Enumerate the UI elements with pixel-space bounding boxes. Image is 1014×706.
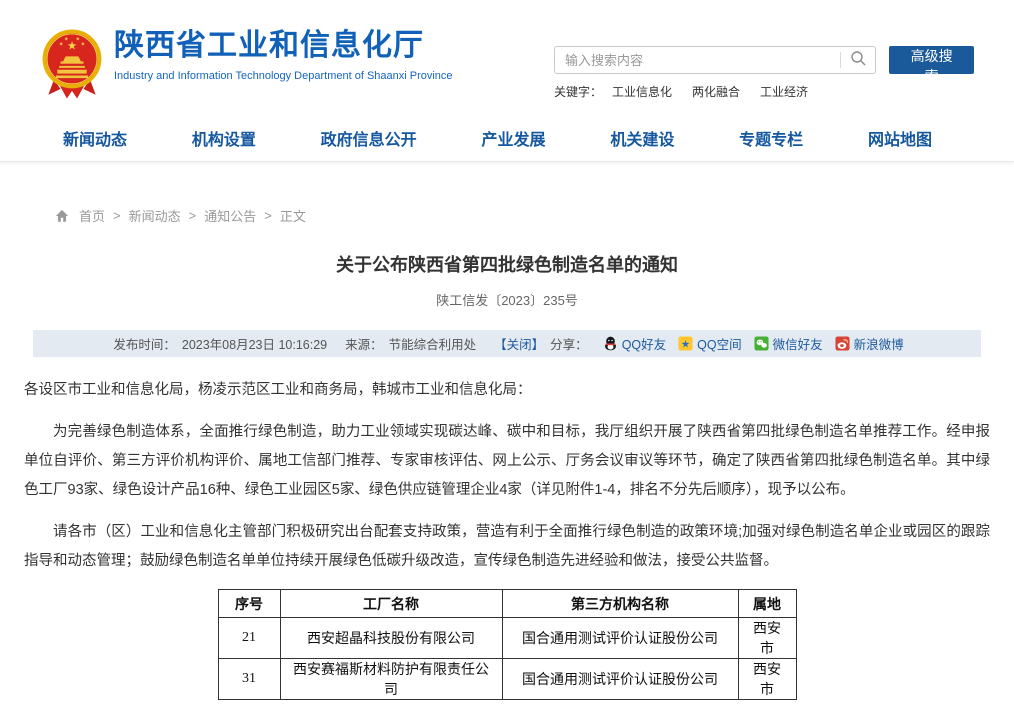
- search-area: 高级搜索 关键字： 工业信息化 两化融合 工业经济: [554, 46, 974, 100]
- nav-item-organization[interactable]: 机构设置: [192, 126, 256, 150]
- keywords-label: 关键字：: [554, 83, 602, 100]
- breadcrumb-separator: >: [113, 208, 121, 223]
- national-emblem-logo: ★ ★ ★ ★ ★: [40, 28, 104, 100]
- share-qzone[interactable]: ★ QQ空间: [678, 334, 741, 353]
- site-header: ★ ★ ★ ★ ★ 陕西省工业和信息化厅 Industry and Inform…: [0, 0, 1014, 115]
- share-qzone-label: QQ空间: [697, 334, 741, 353]
- publish-time-label: 发布时间：: [113, 334, 176, 353]
- search-icon: [850, 50, 867, 70]
- source-value: 节能综合利用处: [389, 334, 477, 353]
- paragraph-requirements: 请各市（区）工业和信息化主管部门积极研究出台配套支持政策，营造有利于全面推行绿色…: [24, 518, 990, 576]
- table-row: 31 西安赛福斯材料防护有限责任公司 国合通用测试评价认证股份公司 西安市: [218, 659, 796, 700]
- share-weibo-label: 新浪微博: [854, 334, 904, 353]
- advanced-search-button[interactable]: 高级搜索: [889, 46, 974, 74]
- header-cell-region: 属地: [738, 590, 796, 618]
- publish-time-value: 2023年08月23日 10:16:29: [182, 334, 327, 353]
- breadcrumb-notices[interactable]: 通知公告: [204, 206, 256, 225]
- qzone-icon: ★: [678, 336, 693, 351]
- share-wechat-label: 微信好友: [773, 334, 823, 353]
- table-row: 21 西安超晶科技股份有限公司 国合通用测试评价认证股份公司 西安市: [218, 618, 796, 659]
- breadcrumb-current: 正文: [280, 206, 306, 225]
- qq-icon: [603, 336, 618, 351]
- svg-text:★: ★: [681, 339, 690, 350]
- svg-text:★: ★: [75, 36, 80, 42]
- search-box: [554, 46, 876, 74]
- share-label: 分享：: [550, 334, 588, 353]
- cell-region: 西安市: [738, 659, 796, 700]
- breadcrumb-news[interactable]: 新闻动态: [129, 206, 181, 225]
- svg-text:★: ★: [64, 36, 69, 42]
- article-meta-bar: 发布时间： 2023年08月23日 10:16:29 来源： 节能综合利用处 【…: [33, 330, 981, 357]
- share-qq-friend[interactable]: QQ好友: [603, 334, 666, 353]
- nav-item-industry[interactable]: 产业发展: [481, 126, 545, 150]
- share-qq-label: QQ好友: [622, 334, 666, 353]
- article-body: 各设区市工业和信息化局，杨凌示范区工业和商务局，韩城市工业和信息化局： 为完善绿…: [24, 376, 990, 576]
- breadcrumb-separator: >: [264, 208, 272, 223]
- article-title: 关于公布陕西省第四批绿色制造名单的通知: [0, 251, 1014, 277]
- svg-text:★: ★: [59, 41, 64, 47]
- breadcrumb-separator: >: [189, 208, 197, 223]
- brand-text: 陕西省工业和信息化厅 Industry and Information Tech…: [114, 28, 453, 82]
- search-input[interactable]: [555, 53, 840, 68]
- header-cell-agency: 第三方机构名称: [502, 590, 738, 618]
- search-button[interactable]: [841, 47, 875, 73]
- cell-region: 西安市: [738, 618, 796, 659]
- breadcrumb-home[interactable]: 首页: [79, 206, 105, 225]
- close-link[interactable]: 【关闭】: [494, 334, 544, 353]
- weibo-icon: [835, 336, 850, 351]
- header-cell-index: 序号: [218, 590, 280, 618]
- cell-index: 31: [218, 659, 280, 700]
- cell-agency: 国合通用测试评价认证股份公司: [502, 659, 738, 700]
- paragraph-addressees: 各设区市工业和信息化局，杨凌示范区工业和商务局，韩城市工业和信息化局：: [24, 376, 990, 405]
- share-sina-weibo[interactable]: 新浪微博: [835, 334, 904, 353]
- source-label: 来源：: [345, 334, 383, 353]
- breadcrumb: 首页 > 新闻动态 > 通知公告 > 正文: [55, 206, 1014, 225]
- green-factory-table: 序号 工厂名称 第三方机构名称 属地 21 西安超晶科技股份有限公司 国合通用测…: [218, 589, 797, 700]
- nav-item-sitemap[interactable]: 网站地图: [868, 126, 932, 150]
- svg-text:★: ★: [81, 41, 86, 47]
- share-wechat-friend[interactable]: 微信好友: [754, 334, 823, 353]
- main-nav: 新闻动态 机构设置 政府信息公开 产业发展 机关建设 专题专栏 网站地图: [0, 115, 1014, 162]
- cell-agency: 国合通用测试评价认证股份公司: [502, 618, 738, 659]
- site-title: 陕西省工业和信息化厅: [114, 28, 453, 64]
- keyword-link[interactable]: 工业信息化: [612, 83, 672, 100]
- wechat-icon: [754, 336, 769, 351]
- home-icon[interactable]: [55, 209, 69, 223]
- page: ★ ★ ★ ★ ★ 陕西省工业和信息化厅 Industry and Inform…: [0, 0, 1014, 706]
- site-subtitle: Industry and Information Technology Depa…: [114, 70, 453, 82]
- paragraph-announcement: 为完善绿色制造体系，全面推行绿色制造，助力工业领域实现碳达峰、碳中和目标，我厅组…: [24, 418, 990, 505]
- document-number: 陕工信发〔2023〕235号: [0, 290, 1014, 309]
- table-header-row: 序号 工厂名称 第三方机构名称 属地: [218, 590, 796, 618]
- cell-factory: 西安超晶科技股份有限公司: [280, 618, 502, 659]
- keyword-link[interactable]: 两化融合: [692, 83, 740, 100]
- search-keywords: 关键字： 工业信息化 两化融合 工业经济: [554, 83, 974, 100]
- cell-factory: 西安赛福斯材料防护有限责任公司: [280, 659, 502, 700]
- keyword-link[interactable]: 工业经济: [760, 83, 808, 100]
- nav-item-agency[interactable]: 机关建设: [610, 126, 674, 150]
- nav-item-gov-info[interactable]: 政府信息公开: [321, 126, 417, 150]
- nav-item-topics[interactable]: 专题专栏: [739, 126, 803, 150]
- header-cell-factory: 工厂名称: [280, 590, 502, 618]
- nav-item-news[interactable]: 新闻动态: [63, 126, 127, 150]
- cell-index: 21: [218, 618, 280, 659]
